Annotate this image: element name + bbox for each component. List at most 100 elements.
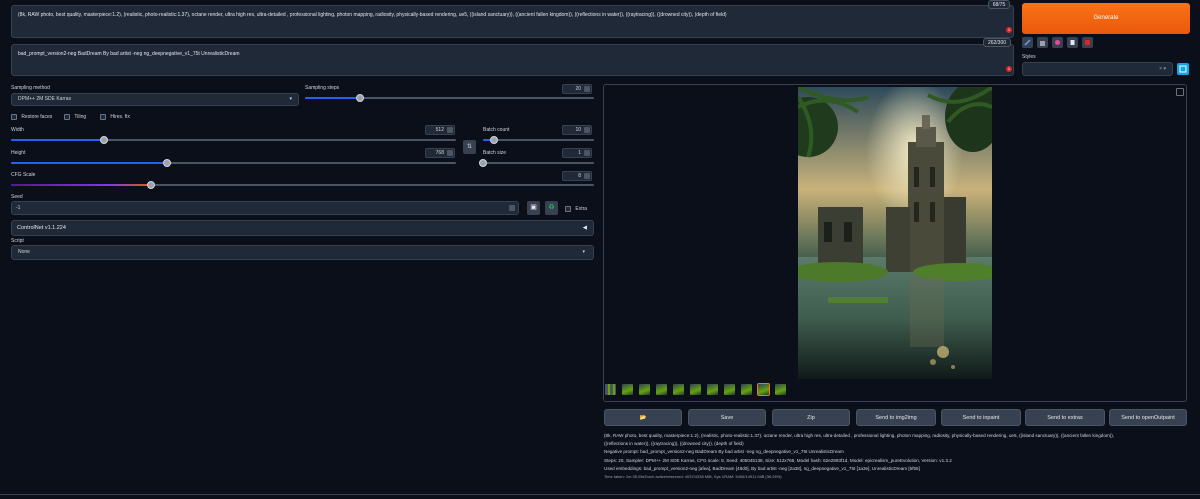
spinner-icon[interactable] (584, 127, 590, 133)
recycle-icon: ♻ (548, 204, 555, 211)
batch-count-slider[interactable] (483, 136, 594, 144)
spinner-icon[interactable] (584, 150, 590, 156)
apply-styles-button[interactable] (1177, 63, 1189, 75)
controlnet-accordion[interactable]: ControlNet v1.1.224 ◀ (11, 220, 594, 236)
bottom-divider (0, 494, 1200, 495)
restore-faces-label: Restore faces (21, 114, 53, 121)
extra-checkbox[interactable]: Extra (565, 206, 587, 212)
styles-label: Styles (1022, 54, 1036, 60)
cfg-scale-input[interactable]: 8 (562, 171, 592, 181)
generated-image[interactable] (798, 87, 992, 379)
gallery-thumbnail[interactable] (724, 384, 735, 395)
zip-button[interactable]: Zip (772, 409, 850, 426)
negative-prompt-textarea[interactable]: bad_prompt_version2-neg BadDream By bad … (11, 44, 1014, 76)
send-to-openoutpaint-button[interactable]: Send to openOutpaint (1109, 409, 1187, 426)
batch-size-label: Batch size (483, 150, 507, 156)
slider-thumb[interactable] (490, 136, 499, 144)
styles-dropdown[interactable]: × ▾ (1022, 62, 1173, 76)
spinner-icon[interactable] (584, 173, 590, 179)
gallery-thumbnail[interactable] (775, 384, 786, 395)
generate-button[interactable]: Generate (1022, 3, 1190, 34)
slider-thumb[interactable] (100, 136, 109, 144)
seed-label: Seed (11, 194, 23, 200)
sampling-method-dropdown[interactable]: DPM++ 2M SDE Karras ▾ (11, 93, 299, 106)
chevron-down-icon: ▾ (289, 96, 292, 102)
checkbox-box[interactable] (64, 114, 70, 120)
negative-prompt-error-badge: 1 (1006, 66, 1012, 72)
tool-row (1022, 37, 1093, 48)
restore-faces-checkbox[interactable]: Restore faces (11, 114, 52, 120)
gallery-thumbnail[interactable] (656, 384, 667, 395)
cfg-scale-slider[interactable] (11, 181, 594, 189)
gallery-thumbnail[interactable] (673, 384, 684, 395)
gallery-thumbnail[interactable] (741, 384, 752, 395)
slider-thumb[interactable] (146, 181, 155, 189)
slider-thumb[interactable] (479, 159, 487, 167)
checkbox-box[interactable] (565, 206, 571, 212)
height-slider[interactable] (11, 159, 456, 167)
info-params: Steps: 20, Sampler: DPM++ 2M SDE Karras,… (604, 457, 952, 463)
fantasy-ruins-image (798, 87, 992, 379)
paste-icon[interactable] (1022, 37, 1033, 48)
apply-styles-icon (1179, 65, 1187, 73)
sampling-steps-value: 20 (575, 86, 581, 92)
thumbnail-strip (605, 383, 786, 396)
prompt-token-counter: 68/75 (988, 0, 1010, 9)
random-seed-button[interactable]: ▣ (527, 201, 540, 215)
batch-count-input[interactable]: 10 (562, 125, 592, 135)
send-to-inpaint-button[interactable]: Send to inpaint (941, 409, 1021, 426)
spinner-icon[interactable] (447, 127, 453, 133)
batch-size-slider[interactable] (479, 159, 594, 167)
fullscreen-icon[interactable] (1176, 88, 1184, 96)
extra-networks-icon[interactable] (1052, 37, 1063, 48)
sampling-steps-slider[interactable] (305, 94, 594, 102)
sampling-steps-input[interactable]: 20 (562, 84, 592, 94)
save-style-icon[interactable] (1082, 37, 1093, 48)
slider-thumb[interactable] (162, 159, 171, 167)
prompt-textarea[interactable]: (8k, RAW photo, best quality, masterpiec… (11, 5, 1014, 38)
generation-info: (8k, RAW photo, best quality, masterpiec… (604, 432, 1188, 481)
checkbox-box[interactable] (11, 114, 17, 120)
spinner-icon[interactable] (447, 150, 453, 156)
width-slider[interactable] (11, 136, 456, 144)
script-label: Script (11, 238, 24, 244)
controlnet-label: ControlNet v1.1.224 (17, 225, 66, 231)
spinner-icon[interactable] (584, 86, 590, 92)
script-dropdown[interactable]: None ▾ (11, 245, 594, 260)
slider-fill (11, 184, 151, 186)
gallery-thumbnail[interactable] (639, 384, 650, 395)
slider-track (483, 139, 594, 141)
send-to-extras-button[interactable]: Send to extras (1025, 409, 1105, 426)
hires-fix-checkbox[interactable]: Hires. fix (100, 114, 130, 120)
gallery-thumbnail[interactable] (622, 384, 633, 395)
gallery-thumbnail[interactable] (690, 384, 701, 395)
chevron-down-icon: ▾ (582, 249, 585, 255)
trash-icon[interactable] (1037, 37, 1048, 48)
gallery-thumbnail-selected[interactable] (757, 383, 770, 396)
info-prompt-line: (8k, RAW photo, best quality, masterpiec… (604, 433, 1115, 438)
grid-thumbnail[interactable] (605, 384, 616, 395)
clipboard-icon[interactable] (1067, 37, 1078, 48)
spinner-icon[interactable] (509, 205, 515, 211)
tiling-checkbox[interactable]: Tiling (64, 114, 86, 120)
info-negative-prompt: Negative prompt: bad_prompt_version2-neg… (604, 449, 844, 455)
height-input[interactable]: 768 (425, 148, 455, 158)
reuse-seed-button[interactable]: ♻ (545, 201, 558, 215)
slider-fill (305, 97, 360, 99)
batch-size-input[interactable]: 1 (562, 148, 592, 158)
swap-dimensions-button[interactable]: ⇅ (463, 140, 476, 154)
width-label: Width (11, 127, 24, 133)
width-input[interactable]: 512 (425, 125, 455, 135)
slider-fill (11, 162, 167, 164)
checkbox-box[interactable] (100, 114, 106, 120)
slider-fill (11, 139, 105, 141)
slider-thumb[interactable] (355, 94, 364, 102)
height-value: 768 (435, 150, 444, 156)
gallery-thumbnail[interactable] (707, 384, 718, 395)
seed-input[interactable]: -1 (11, 201, 519, 215)
open-folder-button[interactable]: 📂 (604, 409, 682, 426)
sampling-method-value: DPM++ 2M SDE Karras (18, 96, 72, 102)
save-button[interactable]: Save (688, 409, 766, 426)
cfg-scale-label: CFG Scale (11, 172, 36, 178)
send-to-img2img-button[interactable]: Send to img2img (856, 409, 936, 426)
